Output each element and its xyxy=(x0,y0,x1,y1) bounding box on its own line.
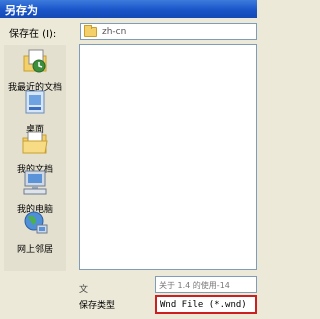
save-type-select[interactable]: Wnd File (*.wnd) xyxy=(155,295,257,314)
places-bar: 我最近的文档 桌面 我的文档 我的电脑 网上邻居 xyxy=(4,45,66,271)
save-type-label: 保存类型 xyxy=(79,301,116,311)
file-list[interactable] xyxy=(79,44,257,270)
my-documents-icon xyxy=(22,131,48,154)
network-places-icon xyxy=(24,211,48,234)
save-in-combo[interactable]: zh-cn xyxy=(80,23,257,40)
recent-documents-icon xyxy=(23,49,47,73)
desktop-icon xyxy=(25,90,45,114)
window-title: 另存为 xyxy=(5,4,38,17)
place-label: 网上邻居 xyxy=(16,245,53,255)
my-computer-icon xyxy=(23,170,47,195)
save-in-label: 保存在 (I): xyxy=(9,29,57,40)
save-in-folder-name: zh-cn xyxy=(102,26,127,37)
title-bar: 另存为 xyxy=(0,0,257,18)
place-recent-documents[interactable]: 我最近的文档 xyxy=(4,47,66,93)
folder-icon xyxy=(84,24,97,37)
file-name-input[interactable]: 关于 1.4 的使用-14 xyxy=(155,276,257,293)
place-network-places[interactable]: 网上邻居 xyxy=(4,209,66,255)
file-name-label: 文 xyxy=(79,285,89,295)
